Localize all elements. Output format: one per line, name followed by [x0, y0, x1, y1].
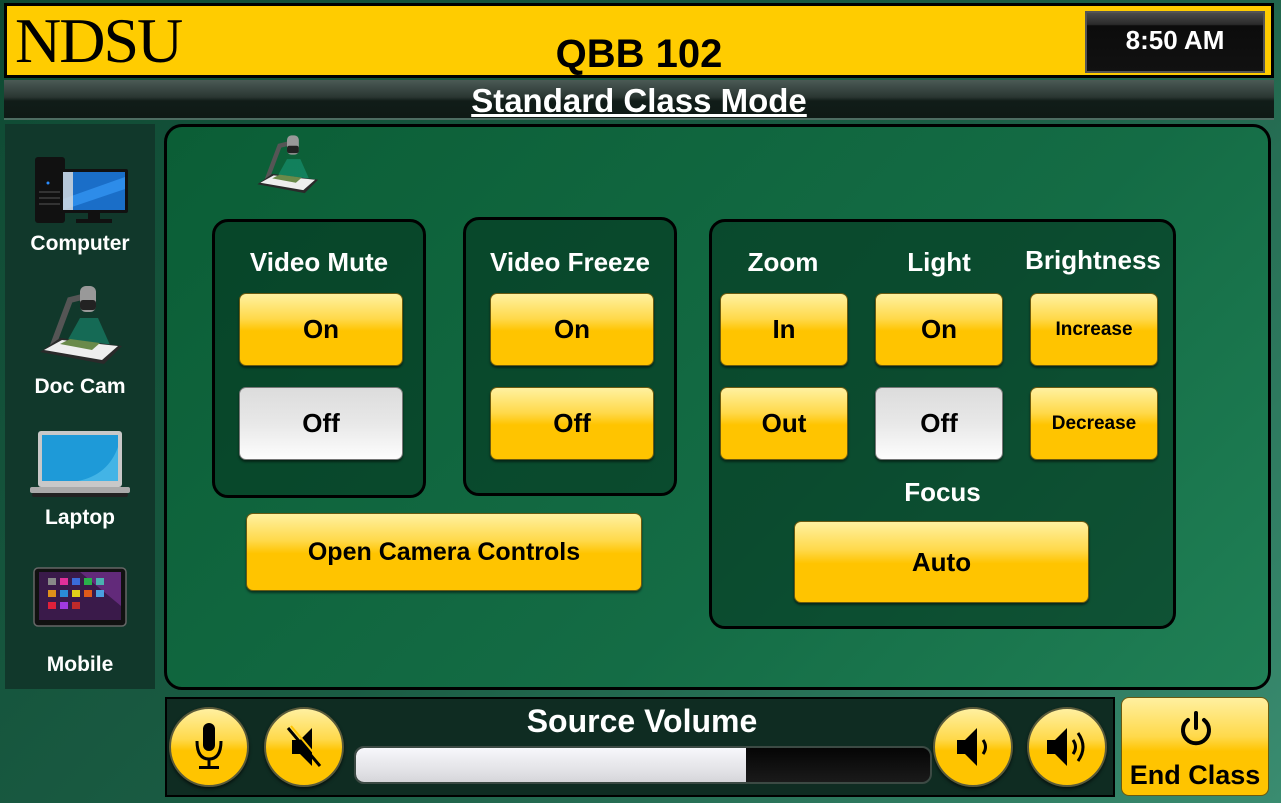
light-on-button[interactable]: On: [875, 293, 1003, 366]
video-freeze-off-button[interactable]: Off: [490, 387, 654, 460]
tablet-icon: [33, 567, 127, 627]
sidebar-item-doc-cam[interactable]: Doc Cam: [5, 282, 155, 399]
video-mute-label: Video Mute: [249, 247, 389, 277]
end-class-button[interactable]: End Class: [1121, 697, 1269, 796]
end-class-label: End Class: [1129, 760, 1261, 790]
video-mute-off-button[interactable]: Off: [239, 387, 403, 460]
volume-slider[interactable]: [354, 746, 932, 784]
volume-up-icon: [1047, 728, 1085, 766]
sidebar-item-label: Doc Cam: [34, 375, 126, 398]
sidebar-item-label: Mobile: [46, 653, 114, 676]
video-freeze-group: Video Freeze On Off: [463, 217, 677, 496]
video-freeze-label: Video Freeze: [490, 247, 650, 277]
brightness-decrease-button[interactable]: Decrease: [1030, 387, 1158, 460]
clock: 8:50 AM: [1085, 11, 1265, 73]
computer-icon: [35, 157, 128, 223]
video-mute-on-button[interactable]: On: [239, 293, 403, 366]
sidebar-item-mobile[interactable]: Mobile: [5, 566, 155, 677]
mode-title: Standard Class Mode: [471, 82, 807, 119]
speaker-muted-icon: [286, 725, 324, 767]
zoom-in-button[interactable]: In: [720, 293, 848, 366]
zoom-label: Zoom: [747, 247, 819, 277]
microphone-icon: [195, 723, 223, 769]
sidebar-item-laptop[interactable]: Laptop: [5, 429, 155, 530]
source-sidebar: Computer Doc Cam Laptop Mobile: [5, 124, 155, 689]
brightness-label: Brightness: [1025, 245, 1161, 275]
laptop-icon: [30, 431, 130, 497]
camera-controls-group: Zoom Light Brightness In On Increase Out…: [709, 219, 1176, 629]
volume-up-button[interactable]: [1027, 707, 1107, 787]
volume-down-icon: [957, 728, 987, 766]
video-freeze-on-button[interactable]: On: [490, 293, 654, 366]
document-camera-icon: [40, 286, 122, 364]
volume-down-button[interactable]: [933, 707, 1013, 787]
zoom-out-button[interactable]: Out: [720, 387, 848, 460]
mute-volume-button[interactable]: [264, 707, 344, 787]
light-label: Light: [907, 247, 971, 277]
focus-label: Focus: [904, 477, 981, 507]
video-mute-group: Video Mute On Off: [212, 219, 426, 498]
sidebar-item-computer[interactable]: Computer: [5, 149, 155, 256]
mode-bar: Standard Class Mode: [4, 80, 1274, 120]
sidebar-item-label: Laptop: [45, 506, 115, 529]
sidebar-item-label: Computer: [30, 232, 130, 255]
volume-bar: Source Volume: [165, 697, 1115, 797]
open-camera-controls-button[interactable]: Open Camera Controls: [246, 513, 642, 591]
focus-auto-button[interactable]: Auto: [794, 521, 1089, 603]
brightness-increase-button[interactable]: Increase: [1030, 293, 1158, 366]
header-bar: NDSU QBB 102 8:50 AM: [4, 3, 1274, 78]
room-name: QBB 102: [555, 32, 723, 76]
microphone-button[interactable]: [169, 707, 249, 787]
document-camera-icon: [257, 135, 319, 194]
power-icon: [1181, 711, 1211, 746]
main-panel: Video Mute On Off Video Freeze On Off Op…: [164, 124, 1271, 690]
light-off-button[interactable]: Off: [875, 387, 1003, 460]
volume-label: Source Volume: [526, 703, 758, 739]
volume-level-fill: [356, 748, 747, 782]
